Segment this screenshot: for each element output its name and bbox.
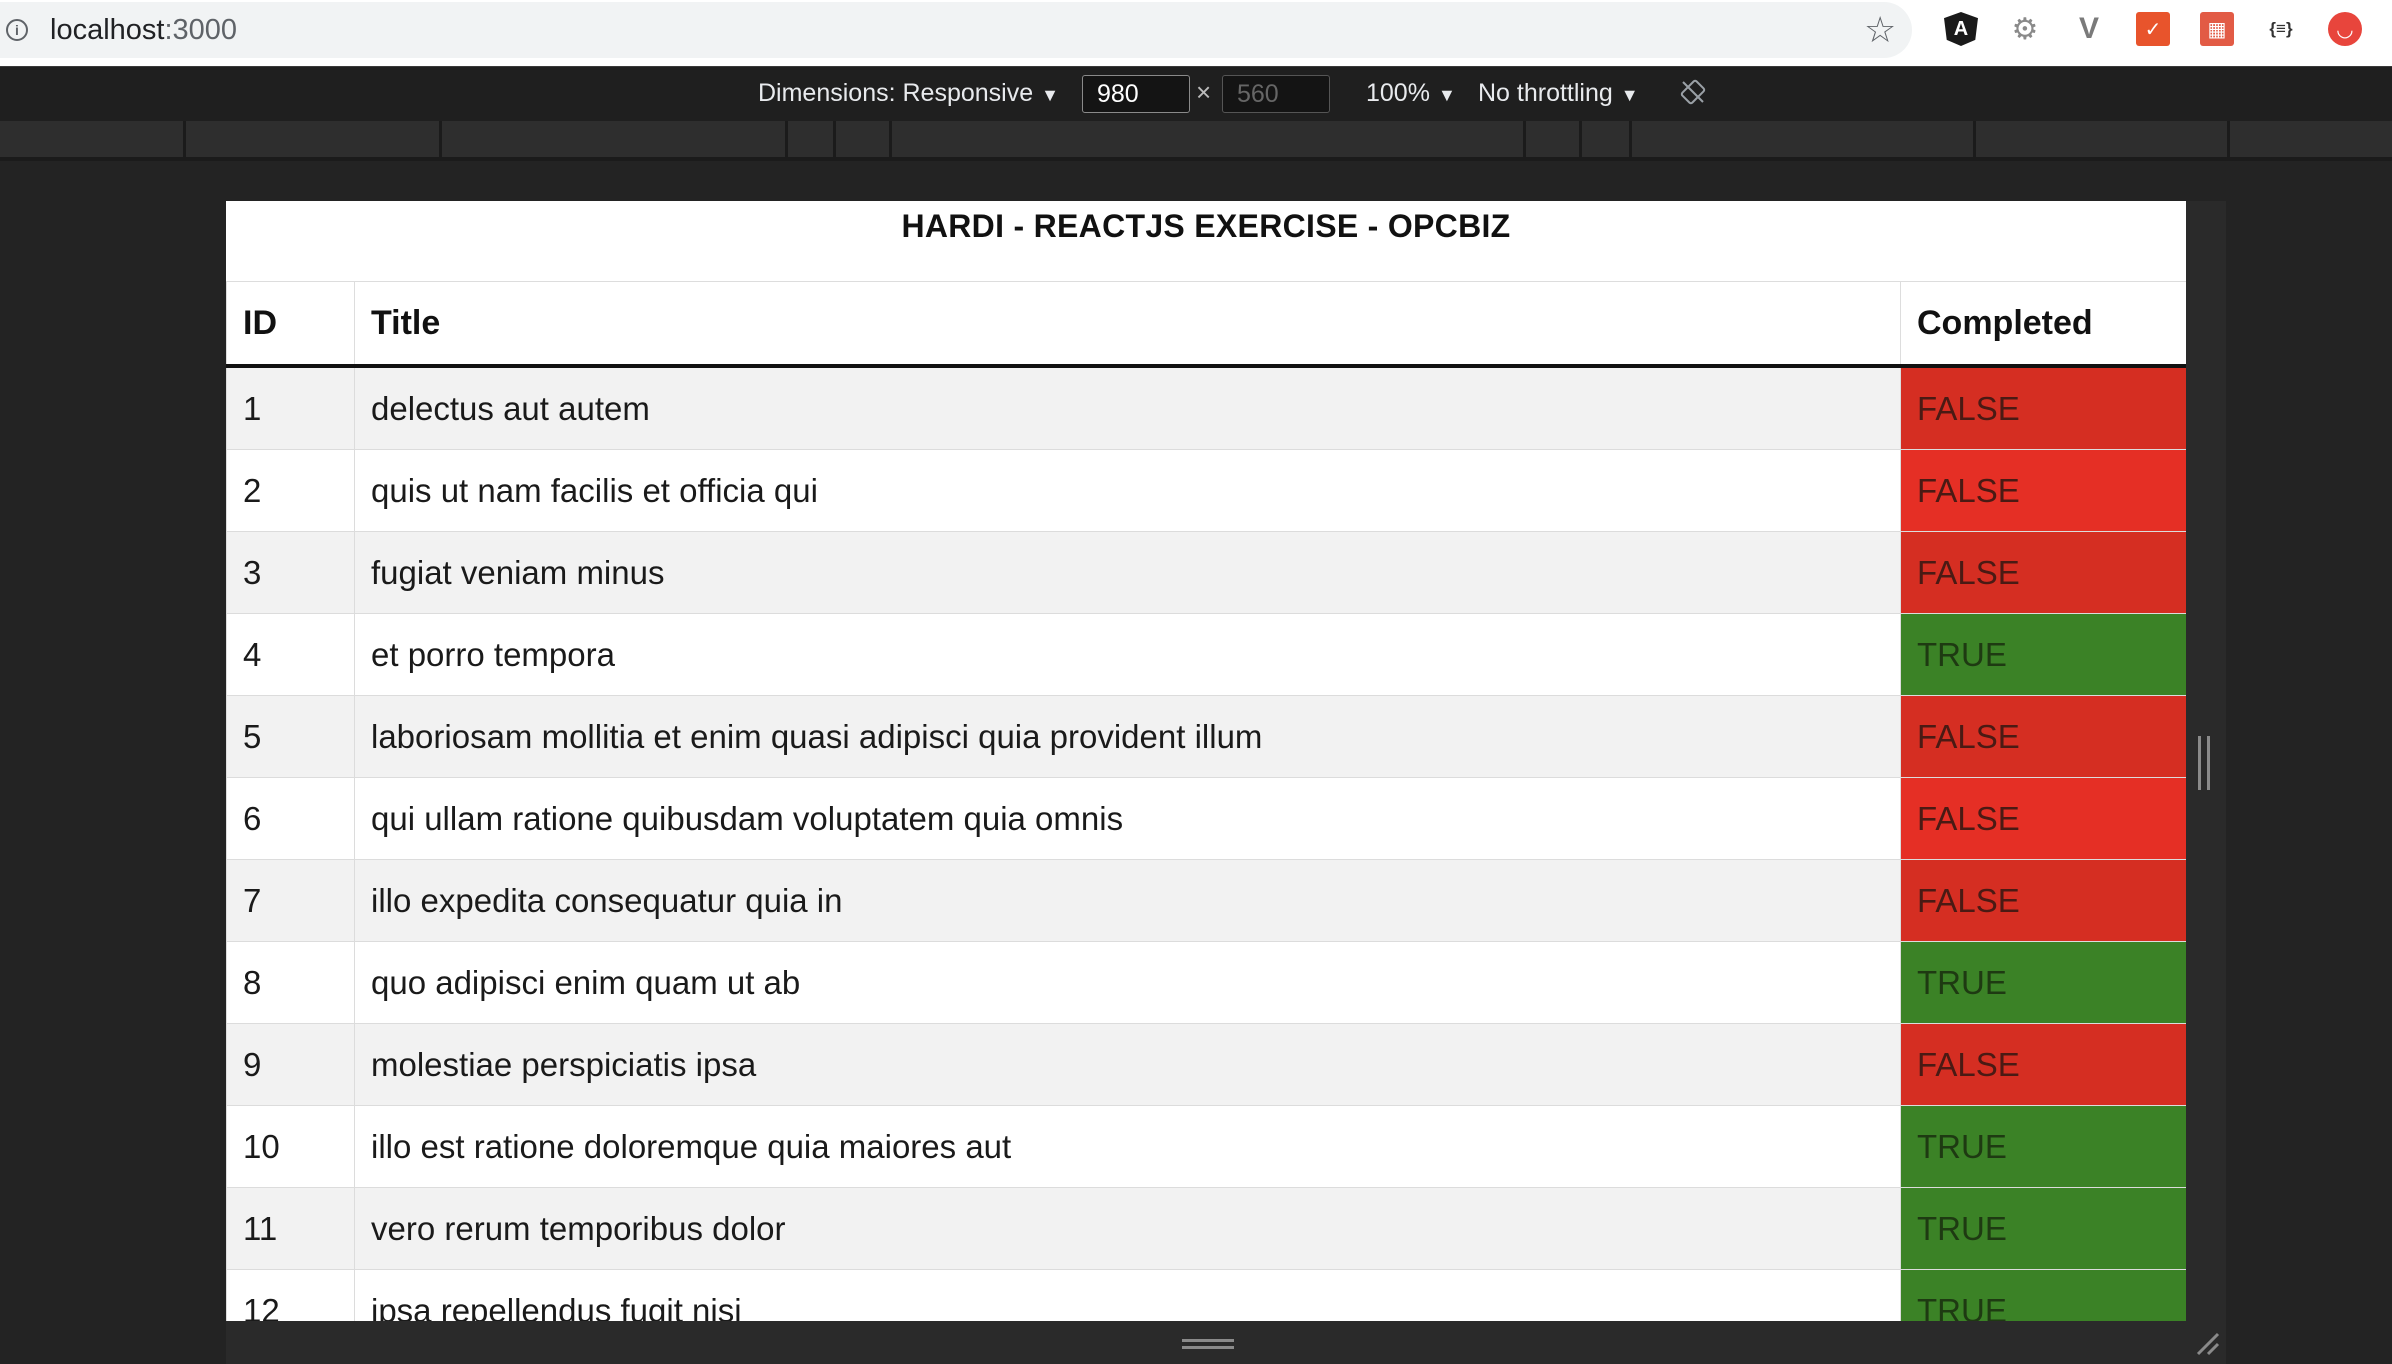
cell-id: 4 [226,613,355,696]
cell-completed: FALSE [1900,777,2186,860]
table-row: 2 quis ut nam facilis et officia qui FALSE [226,449,2186,532]
browser-address-bar: i localhost:3000 ☆ A ⚙ V ✓ ▦ {≡} ◡ [0,0,2392,66]
cell-completed: FALSE [1900,859,2186,942]
table-row: 12 ipsa repellendus fugit nisi TRUE [226,1269,2186,1321]
width-resize-handle[interactable] [2198,736,2210,790]
throttling-dropdown[interactable]: No throttling ▼ [1478,79,1639,108]
todo-table: ID Title Completed 1 delectus aut autem FA… [226,281,2186,1321]
table-row: 4 et porro tempora TRUE [226,613,2186,696]
url-text[interactable]: localhost:3000 [50,14,237,47]
page-title: HARDI - REACTJS EXERCISE - OPCBIZ [901,208,1511,244]
cell-title: quis ut nam facilis et officia qui [354,449,1901,532]
cell-id: 3 [226,531,355,614]
column-header-id: ID [226,281,355,368]
ruler-segment[interactable] [788,121,836,157]
media-query-ruler[interactable] [0,121,2392,157]
ruler-segment[interactable] [1632,121,1976,157]
scrum-extension-icon[interactable]: ▦ [2200,12,2234,46]
corner-resize-icon[interactable] [2194,1330,2220,1356]
ruler-segment[interactable] [892,121,1526,157]
vue-devtools-icon[interactable]: V [2072,12,2106,46]
cell-completed: FALSE [1900,1023,2186,1106]
table-row: 10 illo est ratione doloremque quia maior… [226,1105,2186,1188]
cell-completed: TRUE [1900,1269,2186,1321]
table-header-row: ID Title Completed [226,281,2186,368]
height-resize-handle[interactable] [1182,1339,1234,1349]
url-host: localhost [50,14,165,46]
bookmark-star-icon[interactable]: ☆ [1864,12,1896,48]
times-separator: × [1196,77,1212,107]
chevron-down-icon: ▼ [1620,85,1639,105]
chevron-down-icon: ▼ [1437,85,1456,105]
cell-completed: TRUE [1900,1105,2186,1188]
height-input[interactable]: 560 [1222,75,1330,113]
cell-completed: TRUE [1900,613,2186,696]
ruler-divider [0,157,2392,161]
cell-completed: TRUE [1900,1187,2186,1270]
cell-title: fugiat veniam minus [354,531,1901,614]
json-formatter-icon[interactable]: {≡} [2264,12,2298,46]
ruler-segment[interactable] [442,121,788,157]
table-row: 3 fugiat veniam minus FALSE [226,531,2186,614]
cell-id: 2 [226,449,355,532]
table-row: 11 vero rerum temporibus dolor TRUE [226,1187,2186,1270]
zoom-dropdown[interactable]: 100% ▼ [1366,79,1456,108]
ruler-segment[interactable] [1526,121,1582,157]
ruler-segment[interactable] [1976,121,2230,157]
table-row: 8 quo adipisci enim quam ut ab TRUE [226,941,2186,1024]
cell-completed: TRUE [1900,941,2186,1024]
ruler-segment[interactable] [1582,121,1632,157]
angular-devtools-icon[interactable]: A [1944,12,1978,46]
url-port: :3000 [164,14,238,46]
width-input[interactable]: 980 [1082,75,1190,113]
table-row: 9 molestiae perspiciatis ipsa FALSE [226,1023,2186,1106]
profile-avatar-icon[interactable]: ◡ [2328,12,2362,46]
zoom-label: 100% [1366,79,1430,107]
chevron-down-icon: ▼ [1041,85,1059,105]
cell-title: illo expedita consequatur quia in [354,859,1901,942]
url-field[interactable]: i localhost:3000 ☆ [0,2,1912,58]
cell-id: 6 [226,777,355,860]
info-icon[interactable]: i [6,19,28,41]
cell-title: qui ullam ratione quibusdam voluptatem q… [354,777,1901,860]
cell-id: 11 [226,1187,355,1270]
cell-id: 7 [226,859,355,942]
ruler-segment[interactable] [836,121,892,157]
ruler-segment[interactable] [0,121,186,157]
dimensions-dropdown[interactable]: Dimensions: Responsive ▼ [758,79,1059,108]
table-row: 1 delectus aut autem FALSE [226,366,2186,450]
cell-completed: FALSE [1900,695,2186,778]
throttling-label: No throttling [1478,79,1613,107]
cell-title: illo est ratione doloremque quia maiores… [354,1105,1901,1188]
ruler-segment[interactable] [2230,121,2392,157]
cell-completed: FALSE [1900,449,2186,532]
cell-completed: FALSE [1900,366,2186,450]
cell-title: vero rerum temporibus dolor [354,1187,1901,1270]
column-header-title: Title [354,281,1901,368]
dimensions-label: Dimensions: Responsive [758,79,1034,107]
emulated-viewport: HARDI - REACTJS EXERCISE - OPCBIZ ID Tit… [226,201,2186,1321]
rotate-icon[interactable] [1680,79,1706,105]
cell-title: quo adipisci enim quam ut ab [354,941,1901,1024]
cell-title: ipsa repellendus fugit nisi [354,1269,1901,1321]
device-toolbar: Dimensions: Responsive ▼ 980 × 560 100% ▼ … [0,66,2392,122]
table-row: 5 laboriosam mollitia et enim quasi adipi… [226,695,2186,778]
cell-title: laboriosam mollitia et enim quasi adipis… [354,695,1901,778]
table-row: 6 qui ullam ratione quibusdam voluptatem … [226,777,2186,860]
cell-completed: FALSE [1900,531,2186,614]
cell-id: 8 [226,941,355,1024]
ruler-segment[interactable] [186,121,442,157]
column-header-completed: Completed [1900,281,2186,368]
cell-id: 12 [226,1269,355,1321]
cell-id: 1 [226,366,355,450]
cell-id: 10 [226,1105,355,1188]
cell-title: et porro tempora [354,613,1901,696]
todoist-icon[interactable]: ✓ [2136,12,2170,46]
cell-title: delectus aut autem [354,366,1901,450]
cell-title: molestiae perspiciatis ipsa [354,1023,1901,1106]
gear-extension-icon[interactable]: ⚙ [2008,12,2042,46]
table-row: 7 illo expedita consequatur quia in FALSE [226,859,2186,942]
cell-id: 5 [226,695,355,778]
cell-id: 9 [226,1023,355,1106]
